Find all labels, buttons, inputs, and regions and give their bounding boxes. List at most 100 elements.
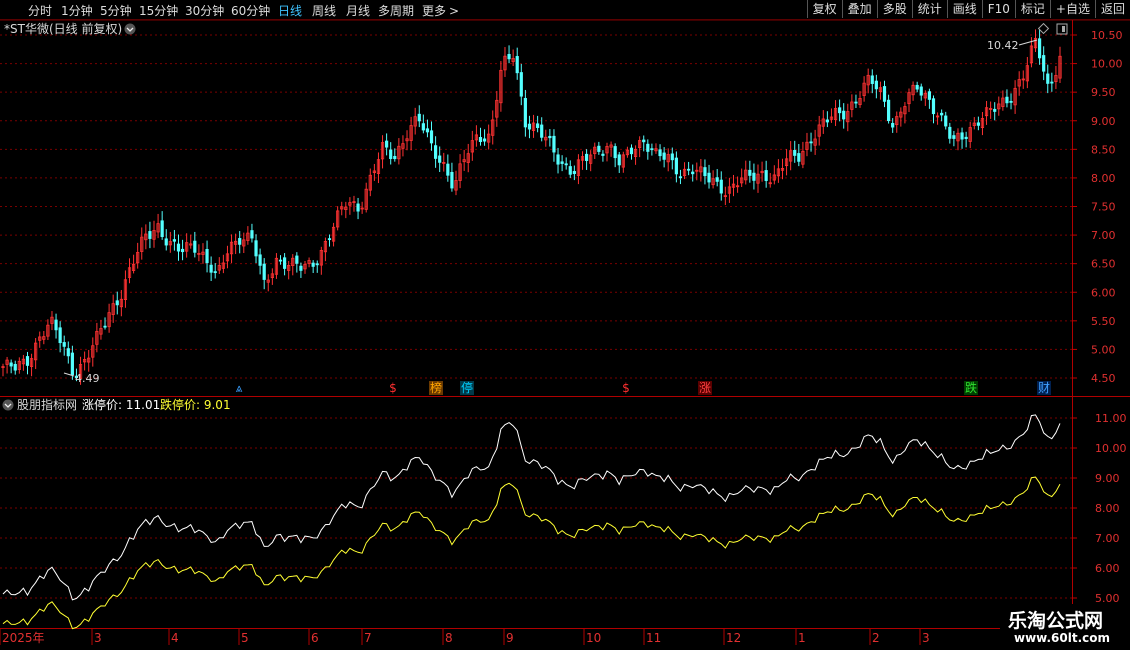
candle-body [180,248,185,253]
candle-body [882,86,887,102]
candle-body [691,171,695,175]
candle-body [764,170,768,181]
candle-body [238,238,242,245]
event-marker[interactable]: $ [389,381,397,395]
candle-body [948,126,952,139]
panel-toggle-inner [1062,26,1065,32]
candle-body [507,53,511,60]
candle-body [560,161,564,164]
indicator-lines [2,414,1061,630]
candle-body [825,119,829,123]
candle-body [193,240,197,253]
candle-body [842,110,846,120]
candle-body [584,153,589,161]
candle-body [1005,96,1009,104]
indicator-menu-icon[interactable] [2,399,14,411]
chart-title: *ST华微(日线 前复权) [4,21,122,36]
price-tick-label: 6.00 [1091,286,1116,299]
limit-down-label: 跌停价: 9.01 [160,397,231,412]
time-axis-label: 8 [445,631,453,645]
event-marker[interactable]: 涨 [699,380,711,395]
candle-body [327,238,332,241]
price-tick-label: 8.00 [1091,172,1116,185]
time-axis-label: 4 [171,631,179,645]
candle-body [160,220,164,238]
event-marker[interactable]: 榜 [430,380,442,395]
time-axis-label: 11 [646,631,661,645]
candle-body [311,262,315,267]
time-axis: 2025年 3 4 5 6 7 8 9 10 11 12 1 2 3 [0,629,930,645]
candle-body [148,231,152,239]
candle-body [25,356,30,366]
candle-body [519,72,523,97]
candle-body [478,137,483,142]
candle-body [915,84,919,90]
candle-body [964,136,968,140]
event-marker[interactable]: $ [622,381,630,395]
kline-chart[interactable]: 10.50 10.00 9.50 9.00 8.50 8.00 7.50 7.00 6.50 6.… [0,0,1130,650]
price-tick-label: 9.50 [1091,86,1116,99]
price-tick-label: 5.00 [1091,343,1116,356]
low-price-label: 4.49 [75,372,100,385]
candle-body [642,139,646,143]
candle-body [919,86,923,96]
candle-body [891,122,895,128]
candle-body [1050,81,1054,84]
high-price-label: 10.42 [987,39,1019,52]
candle-body [809,141,813,144]
candle-body [515,56,519,74]
candle-body [874,80,878,90]
candle-body [940,112,944,116]
candle-body [295,255,299,264]
price-tick-label: 7.50 [1091,201,1116,214]
candle-body [446,163,450,176]
candle-body [944,115,948,127]
candle-body [797,153,801,162]
watermark: 乐淘公式网 www.60lt.com [1000,604,1130,650]
candle-body [13,363,17,371]
candle-body [540,124,544,138]
candle-body [213,271,217,274]
title-chevron-icon[interactable] [124,23,136,35]
event-marker[interactable]: 跌 [965,380,977,395]
candle-body [572,171,576,174]
candle-body [103,325,107,328]
candle-body [1037,38,1042,59]
candle-body [670,153,674,161]
candle-body [568,166,572,175]
candle-body [960,132,964,140]
candle-body [536,123,540,128]
candle-body [854,101,858,104]
candle-body [646,143,650,152]
candle-body [658,149,662,157]
candle-body [1042,55,1046,72]
candle-body [1046,73,1050,84]
candle-body [1009,100,1013,103]
candle-body [433,145,438,159]
price-tick-label: 4.50 [1091,372,1116,385]
candle-body [389,149,393,159]
candle-body [629,147,634,155]
candle-body [70,352,74,376]
limit-up-label: 涨停价: 11.01 [82,397,160,412]
candle-body [752,172,756,181]
time-axis-label: 3 [94,631,102,645]
price-tick-label: 10.00 [1091,58,1123,71]
candle-body [385,140,389,148]
candle-body [164,238,168,246]
time-axis-label: 7 [364,631,372,645]
candle-body [870,75,874,84]
candle-body [687,168,691,171]
price-tick-label: 9.00 [1091,115,1116,128]
event-marker[interactable]: ⩓ [236,381,243,395]
event-marker[interactable]: 停 [461,380,473,395]
candle-body [262,263,266,280]
event-marker[interactable]: 财 [1038,381,1050,395]
watermark-title: 乐淘公式网 [1008,610,1104,632]
watermark-url: www.60lt.com [1014,631,1111,645]
candle-body [703,167,707,177]
candle-body [299,265,303,271]
candle-body [793,150,797,156]
candle-body [54,319,58,331]
price-tick-label: 8.50 [1091,143,1116,156]
